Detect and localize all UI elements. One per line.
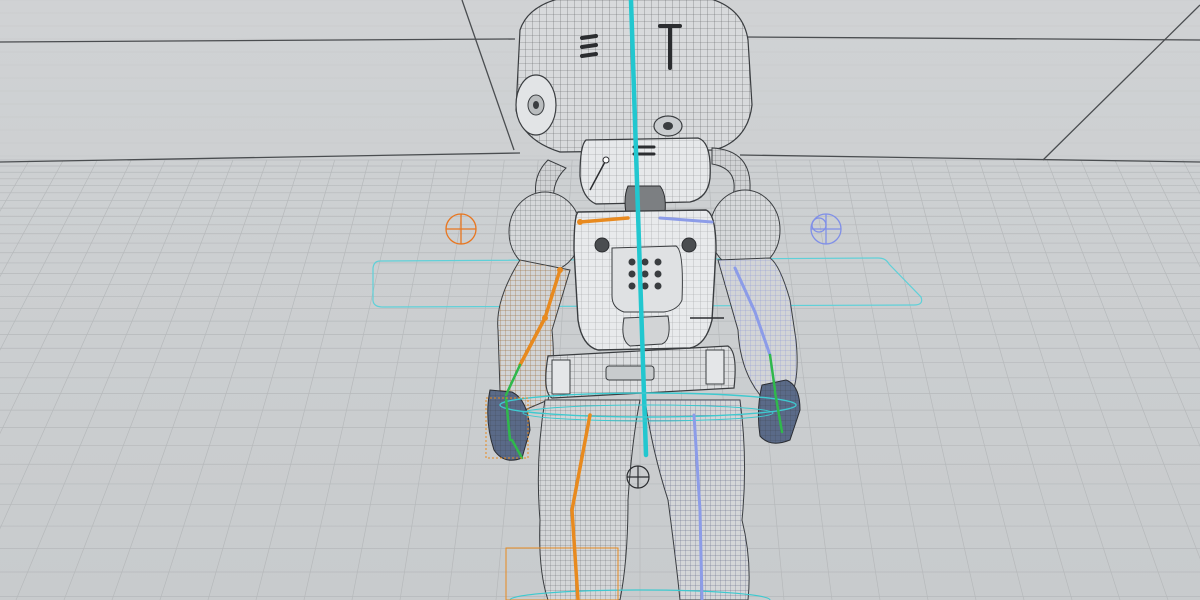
crosshair-circle-icon[interactable] (445, 213, 477, 245)
astronaut-mesh[interactable] (487, 0, 801, 600)
backpack-handle (622, 315, 670, 347)
backpack-panel (611, 245, 683, 313)
viewport-canvas[interactable] (0, 0, 1200, 600)
backpack-light-right (681, 237, 697, 253)
crosshair-circle-icon[interactable] (810, 213, 842, 245)
belt-clip-right (705, 349, 725, 385)
backpack-keypad (628, 258, 662, 290)
3d-viewport[interactable] (0, 0, 1200, 600)
backpack-light-left (594, 237, 610, 253)
belt-clip-left (551, 359, 571, 395)
crosshair-circle-icon[interactable] (626, 465, 650, 489)
belt-buckle (605, 365, 655, 381)
